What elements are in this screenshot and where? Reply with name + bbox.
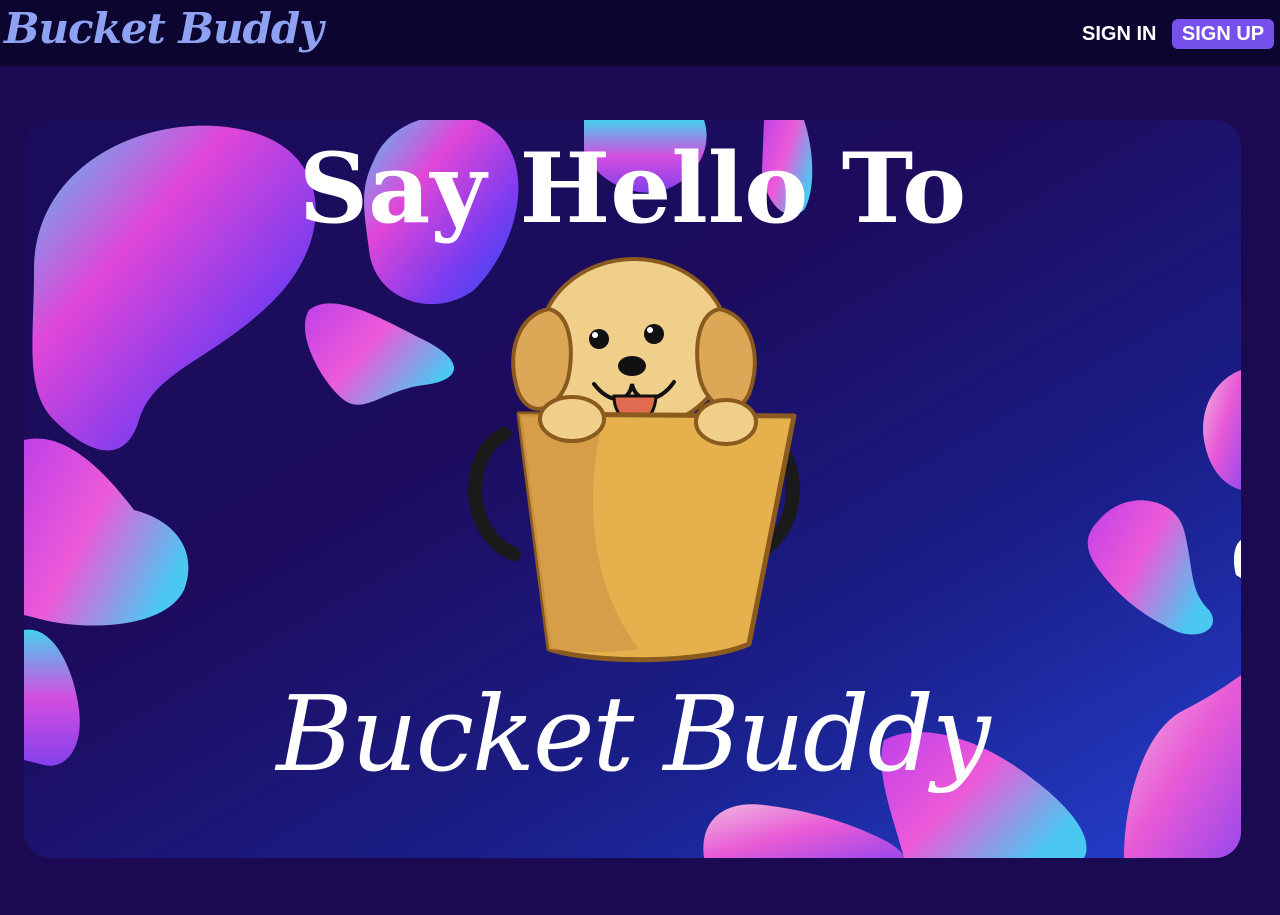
hero-title: Say Hello To — [298, 132, 967, 245]
sign-in-button[interactable]: SIGN IN — [1082, 20, 1156, 48]
dog-in-bucket-icon — [468, 257, 800, 663]
logo[interactable]: Bucket Buddy — [4, 0, 324, 58]
sign-up-button[interactable]: SIGN UP — [1172, 19, 1274, 49]
hero-banner: Say Hello To Bucket Buddy — [24, 120, 1241, 858]
hero-brand-name: Bucket Buddy — [276, 673, 990, 795]
top-navigation-bar: Bucket Buddy SIGN IN SIGN UP — [0, 0, 1280, 66]
